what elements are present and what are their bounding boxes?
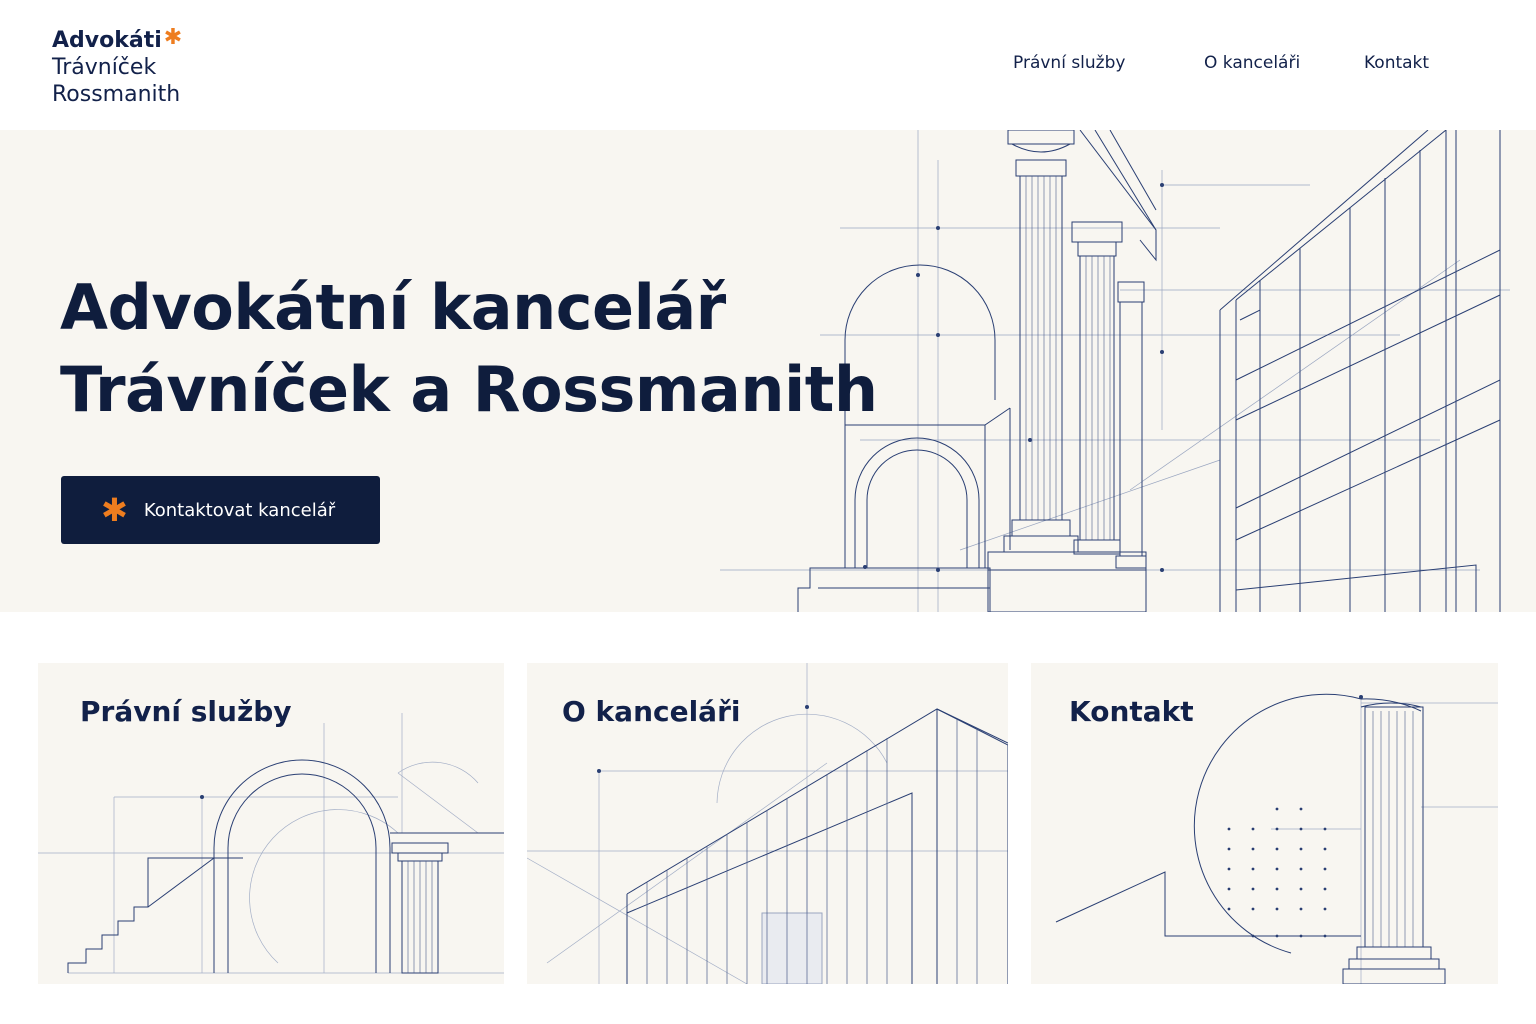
logo-line-2: Trávníček — [52, 55, 157, 80]
card-title: O kanceláři — [562, 695, 741, 728]
hero-title: Advokátní kancelář Trávníček a Rossmanit… — [60, 267, 878, 431]
logo[interactable]: Advokáti ✱ Trávníček Rossmanith — [52, 25, 183, 108]
logo-line-1: Advokáti — [52, 28, 162, 53]
hero-title-line-1: Advokátní kancelář — [60, 271, 726, 344]
hero-title-line-2: Trávníček a Rossmanith — [60, 353, 878, 426]
nav-item-pravni-sluzby[interactable]: Právní služby — [1013, 53, 1125, 73]
contact-office-button-label: Kontaktovat kancelář — [143, 499, 336, 521]
card-title: Kontakt — [1069, 695, 1194, 728]
asterisk-icon: ✱ — [163, 25, 183, 50]
site-header: Advokáti ✱ Trávníček Rossmanith Právní s… — [0, 0, 1536, 130]
card-title: Právní služby — [80, 695, 292, 728]
card-kontakt[interactable]: Kontakt — [1031, 663, 1498, 984]
hero-section: Advokátní kancelář Trávníček a Rossmanit… — [0, 130, 1536, 612]
card-o-kancelari[interactable]: O kanceláři — [527, 663, 1008, 984]
contact-office-button[interactable]: ✱ Kontaktovat kancelář — [61, 476, 380, 544]
card-pravni-sluzby[interactable]: Právní služby — [38, 663, 504, 984]
asterisk-icon: ✱ — [101, 491, 128, 529]
nav-item-kontakt[interactable]: Kontakt — [1364, 53, 1429, 73]
logo-line-3: Rossmanith — [52, 82, 181, 107]
nav-item-o-kancelari[interactable]: O kanceláři — [1204, 53, 1300, 73]
